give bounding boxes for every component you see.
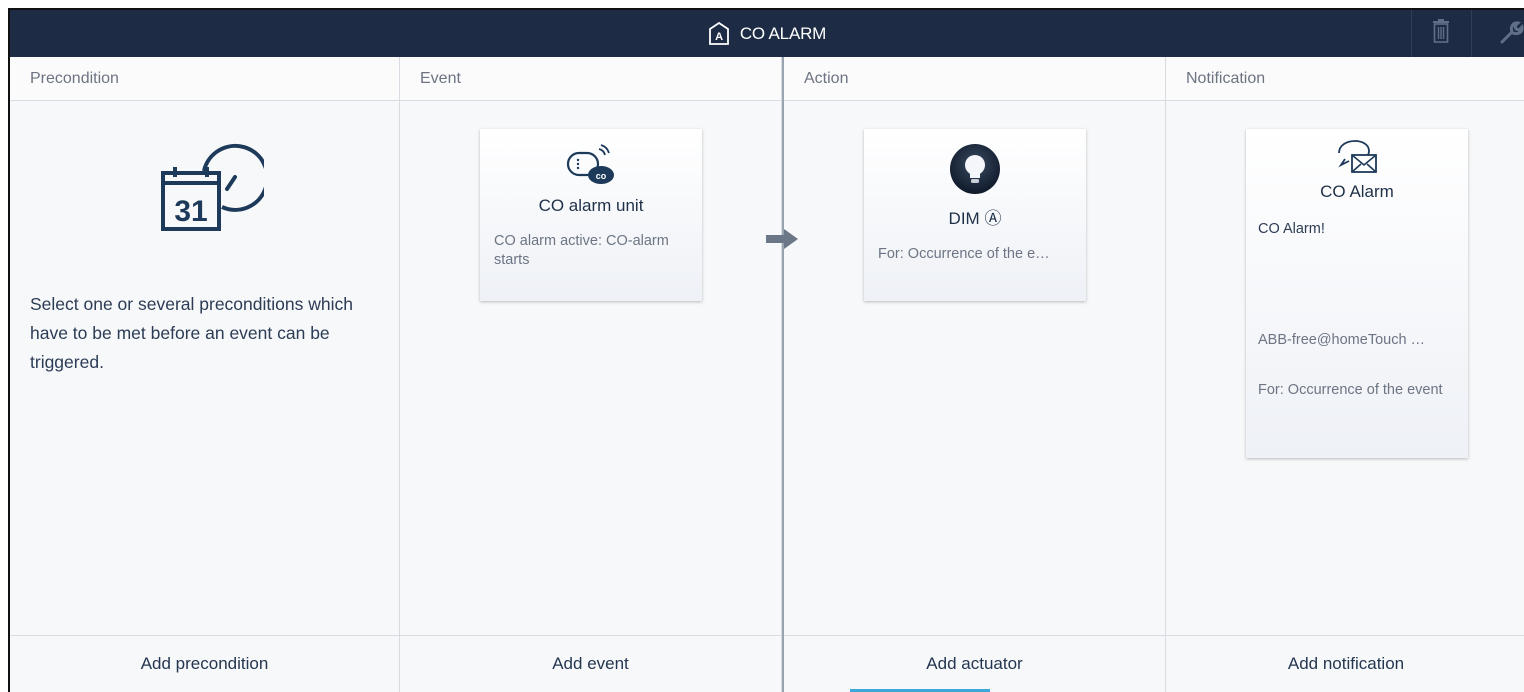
action-card[interactable]: DIM Ⓐ For: Occurrence of the e…: [864, 129, 1086, 301]
action-heading: Action: [784, 57, 1165, 101]
precondition-body: 31 Select one or several preconditions w…: [10, 101, 399, 636]
notification-column: Notification CO Alarm CO Alarm! ABB-free…: [1166, 57, 1524, 692]
precondition-heading: Precondition: [10, 57, 399, 101]
action-body: DIM Ⓐ For: Occurrence of the e…: [784, 101, 1165, 636]
co-alarm-icon: co: [565, 144, 617, 189]
light-bulb-icon: [949, 144, 1001, 199]
action-column: Action DIM Ⓐ For: Occurrence of the e… A…: [782, 57, 1166, 692]
event-heading: Event: [400, 57, 781, 101]
precondition-column: Precondition 31 Select one or several pr…: [10, 57, 400, 692]
event-card-title: CO alarm unit: [538, 196, 644, 215]
event-card-description: CO alarm active: CO-alarm starts: [494, 233, 669, 268]
notification-heading: Notification: [1166, 57, 1524, 101]
automatic-badge-icon: Ⓐ: [984, 209, 1002, 228]
event-card[interactable]: co CO alarm unit CO alarm active: CO-ala…: [480, 129, 702, 301]
settings-button[interactable]: [1471, 10, 1524, 57]
message-envelope-icon-wrap: [1246, 129, 1468, 180]
notification-card-message: CO Alarm!: [1258, 221, 1325, 237]
add-actuator-button[interactable]: Add actuator: [784, 635, 1165, 692]
notification-card-title: CO Alarm: [1320, 182, 1394, 201]
precondition-hint: Select one or several preconditions whic…: [30, 294, 353, 372]
calendar-clock-icon: 31: [160, 143, 270, 238]
message-envelope-icon: [1335, 140, 1379, 179]
arrow-right-icon: [766, 229, 798, 249]
co-alarm-icon-wrap: co: [480, 129, 702, 190]
scene-editor: A CO ALARM Precondition 31 Select one or…: [8, 8, 1524, 692]
wrench-icon: [1498, 18, 1524, 49]
scene-a-icon: A: [708, 21, 730, 46]
title-bar: A CO ALARM: [10, 10, 1524, 57]
event-body: co CO alarm unit CO alarm active: CO-ala…: [400, 101, 781, 636]
action-card-title-text: DIM: [948, 209, 980, 228]
add-event-button[interactable]: Add event: [400, 635, 781, 692]
svg-text:31: 31: [174, 195, 207, 228]
notification-card-recipient: ABB-free@homeTouch …: [1258, 332, 1426, 348]
delete-button[interactable]: [1411, 10, 1470, 57]
notification-card-description: For: Occurrence of the event: [1258, 382, 1443, 398]
title-group: A CO ALARM: [708, 21, 827, 46]
add-precondition-button[interactable]: Add precondition: [10, 635, 399, 692]
svg-text:co: co: [596, 171, 607, 181]
svg-text:A: A: [715, 31, 723, 43]
event-column: Event co CO alarm unit CO alarm active: …: [400, 57, 782, 692]
action-card-title: DIM Ⓐ: [864, 204, 1086, 229]
light-bulb-icon-wrap: [864, 129, 1086, 200]
notification-card[interactable]: CO Alarm CO Alarm! ABB-free@homeTouch … …: [1246, 129, 1468, 458]
add-notification-button[interactable]: Add notification: [1166, 635, 1524, 692]
page-title: CO ALARM: [739, 23, 827, 43]
trash-icon: [1432, 19, 1450, 48]
notification-body: CO Alarm CO Alarm! ABB-free@homeTouch … …: [1166, 101, 1524, 636]
action-card-description: For: Occurrence of the e…: [878, 246, 1050, 262]
